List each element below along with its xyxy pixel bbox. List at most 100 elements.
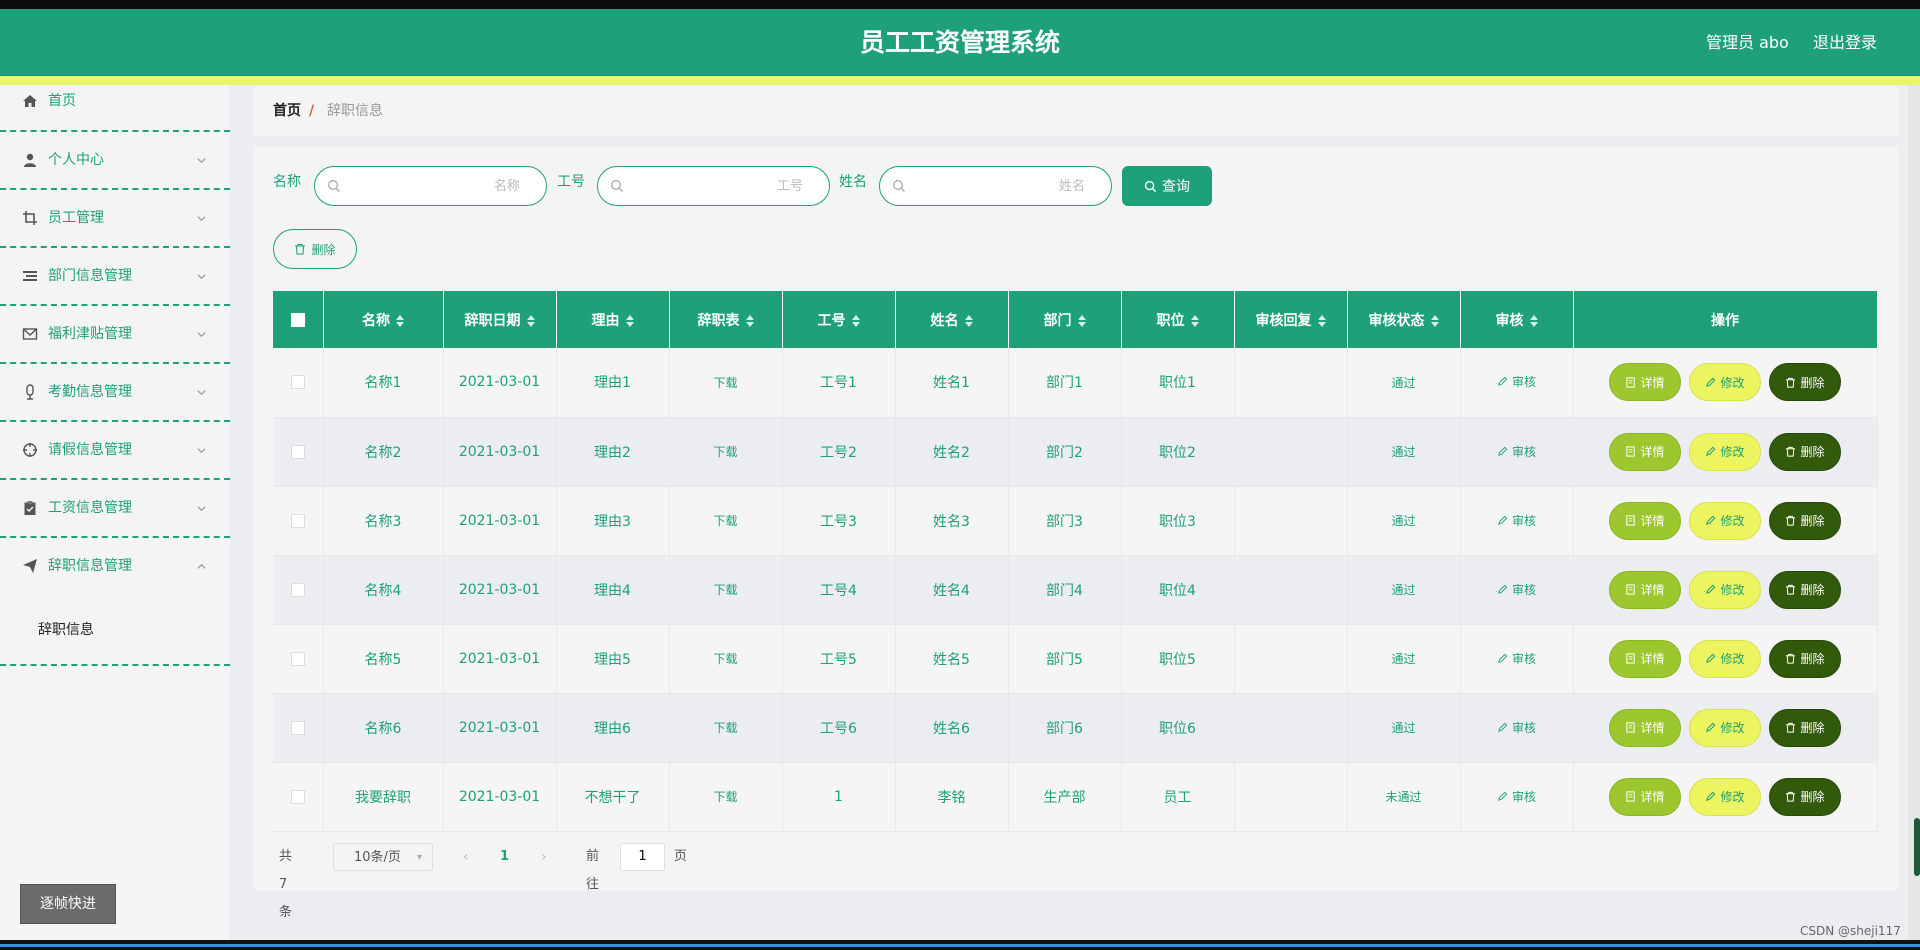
sidebar-item-employee[interactable]: 员工管理 xyxy=(0,190,230,248)
edit-button[interactable]: 修改 xyxy=(1689,777,1761,816)
table-row[interactable]: 名称1 2021-03-01 理由1 下载 工号1 姓名1 部门1 职位1 通过 审核 详情 修改 删除 xyxy=(273,348,1878,418)
column-header[interactable]: 职位 xyxy=(1121,291,1235,348)
column-header[interactable]: 工号 xyxy=(782,291,896,348)
name-search-input[interactable] xyxy=(370,167,520,205)
column-header[interactable]: 名称 xyxy=(323,291,444,348)
column-header[interactable]: 理由 xyxy=(556,291,670,348)
review-link[interactable]: 审核 xyxy=(1497,581,1536,598)
row-checkbox[interactable] xyxy=(290,789,305,804)
detail-button[interactable]: 详情 xyxy=(1609,570,1681,609)
scrollbar-thumb[interactable] xyxy=(1914,818,1920,876)
next-page-icon[interactable]: › xyxy=(541,843,547,871)
scrollbar[interactable] xyxy=(1908,85,1920,940)
cell-form-download[interactable]: 下载 xyxy=(669,762,783,832)
edit-button[interactable]: 修改 xyxy=(1689,501,1761,540)
column-header[interactable]: 辞职表 xyxy=(669,291,783,348)
edit-button[interactable]: 修改 xyxy=(1689,708,1761,747)
table-row[interactable]: 名称3 2021-03-01 理由3 下载 工号3 姓名3 部门3 职位3 通过 审核 详情 修改 删除 xyxy=(273,486,1878,556)
logout-link[interactable]: 退出登录 xyxy=(1813,9,1877,76)
delete-button[interactable]: 删除 xyxy=(1769,570,1841,609)
cell-form-download[interactable]: 下载 xyxy=(669,555,783,625)
row-checkbox[interactable] xyxy=(290,375,305,390)
sidebar-item-resignation[interactable]: 辞职信息管理 辞职信息 xyxy=(0,538,230,666)
review-link[interactable]: 审核 xyxy=(1497,650,1536,667)
column-header[interactable]: 审核状态 xyxy=(1347,291,1461,348)
goto-page-input[interactable] xyxy=(620,843,665,871)
delete-button[interactable]: 删除 xyxy=(1769,639,1841,678)
column-header[interactable]: 辞职日期 xyxy=(443,291,557,348)
sidebar-item-leave[interactable]: 请假信息管理 xyxy=(0,422,230,480)
column-header[interactable]: 姓名 xyxy=(895,291,1009,348)
cell-form-download[interactable]: 下载 xyxy=(669,417,783,487)
sort-icon[interactable] xyxy=(396,314,404,327)
sort-icon[interactable] xyxy=(625,314,634,327)
sort-icon[interactable] xyxy=(526,314,535,327)
page-number-current[interactable]: 1 xyxy=(500,843,509,871)
table-row[interactable]: 我要辞职 2021-03-01 不想干了 下载 1 李铭 生产部 员工 未通过 审核 详情 修改 删除 xyxy=(273,762,1878,832)
sort-icon[interactable] xyxy=(1077,314,1086,327)
cell-form-download[interactable]: 下载 xyxy=(669,348,783,418)
sort-icon[interactable] xyxy=(1317,314,1326,327)
cell-form-download[interactable]: 下载 xyxy=(669,693,783,763)
detail-button[interactable]: 详情 xyxy=(1609,777,1681,816)
table-row[interactable]: 名称4 2021-03-01 理由4 下载 工号4 姓名4 部门4 职位4 通过 审核 详情 修改 删除 xyxy=(273,555,1878,625)
column-header[interactable]: 审核 xyxy=(1460,291,1574,348)
edit-button[interactable]: 修改 xyxy=(1689,570,1761,609)
name-search-field[interactable] xyxy=(314,166,547,206)
review-link[interactable]: 审核 xyxy=(1497,443,1536,460)
batch-delete-button[interactable]: 删除 xyxy=(273,229,357,269)
row-checkbox[interactable] xyxy=(290,651,305,666)
sort-icon[interactable] xyxy=(851,314,860,327)
sort-icon[interactable] xyxy=(745,314,754,327)
sort-icon[interactable] xyxy=(1190,314,1199,327)
table-row[interactable]: 名称2 2021-03-01 理由2 下载 工号2 姓名2 部门2 职位2 通过 审核 详情 修改 删除 xyxy=(273,417,1878,487)
id-search-input[interactable] xyxy=(653,167,803,205)
table-row[interactable]: 名称5 2021-03-01 理由5 下载 工号5 姓名5 部门5 职位5 通过 审核 详情 修改 删除 xyxy=(273,624,1878,694)
detail-button[interactable]: 详情 xyxy=(1609,501,1681,540)
sidebar-item-welfare[interactable]: 福利津贴管理 xyxy=(0,306,230,364)
person-search-field[interactable] xyxy=(879,166,1112,206)
detail-button[interactable]: 详情 xyxy=(1609,708,1681,747)
detail-button[interactable]: 详情 xyxy=(1609,432,1681,471)
sidebar-item-home[interactable]: 首页 xyxy=(0,85,230,132)
edit-button[interactable]: 修改 xyxy=(1689,639,1761,678)
person-search-input[interactable] xyxy=(935,167,1085,205)
column-header[interactable]: 审核回复 xyxy=(1234,291,1348,348)
sidebar-item-personal-center[interactable]: 个人中心 xyxy=(0,132,230,190)
row-checkbox[interactable] xyxy=(290,513,305,528)
review-link[interactable]: 审核 xyxy=(1497,788,1536,805)
row-checkbox[interactable] xyxy=(290,720,305,735)
edit-button[interactable]: 修改 xyxy=(1689,432,1761,471)
breadcrumb-home[interactable]: 首页 xyxy=(273,86,301,136)
delete-button[interactable]: 删除 xyxy=(1769,708,1841,747)
detail-button[interactable]: 详情 xyxy=(1609,363,1681,402)
delete-button[interactable]: 删除 xyxy=(1769,432,1841,471)
sidebar-item-attendance[interactable]: 考勤信息管理 xyxy=(0,364,230,422)
submenu-item-resignation-info[interactable]: 辞职信息 xyxy=(38,619,94,639)
prev-page-icon[interactable]: ‹ xyxy=(463,843,469,871)
delete-button[interactable]: 删除 xyxy=(1769,777,1841,816)
sidebar-item-department[interactable]: 部门信息管理 xyxy=(0,248,230,306)
review-link[interactable]: 审核 xyxy=(1497,719,1536,736)
delete-button[interactable]: 删除 xyxy=(1769,501,1841,540)
id-search-field[interactable] xyxy=(597,166,830,206)
review-link[interactable]: 审核 xyxy=(1497,512,1536,529)
row-checkbox[interactable] xyxy=(290,582,305,597)
sidebar-item-salary[interactable]: 工资信息管理 xyxy=(0,480,230,538)
review-link[interactable]: 审核 xyxy=(1497,373,1536,390)
delete-button[interactable]: 删除 xyxy=(1769,363,1841,402)
sort-icon[interactable] xyxy=(1430,314,1439,327)
page-size-select[interactable]: 10条/页 ▾ xyxy=(333,843,433,871)
frame-forward-button[interactable]: 逐帧快进 xyxy=(20,884,116,924)
query-button[interactable]: 查询 xyxy=(1122,166,1212,206)
cell-form-download[interactable]: 下载 xyxy=(669,624,783,694)
sort-icon[interactable] xyxy=(964,314,973,327)
table-row[interactable]: 名称6 2021-03-01 理由6 下载 工号6 姓名6 部门6 职位6 通过 审核 详情 修改 删除 xyxy=(273,693,1878,763)
edit-button[interactable]: 修改 xyxy=(1689,363,1761,402)
sort-icon[interactable] xyxy=(1529,314,1538,327)
row-checkbox[interactable] xyxy=(290,444,305,459)
detail-button[interactable]: 详情 xyxy=(1609,639,1681,678)
select-all-checkbox[interactable] xyxy=(290,312,305,327)
cell-form-download[interactable]: 下载 xyxy=(669,486,783,556)
column-header[interactable]: 部门 xyxy=(1008,291,1122,348)
